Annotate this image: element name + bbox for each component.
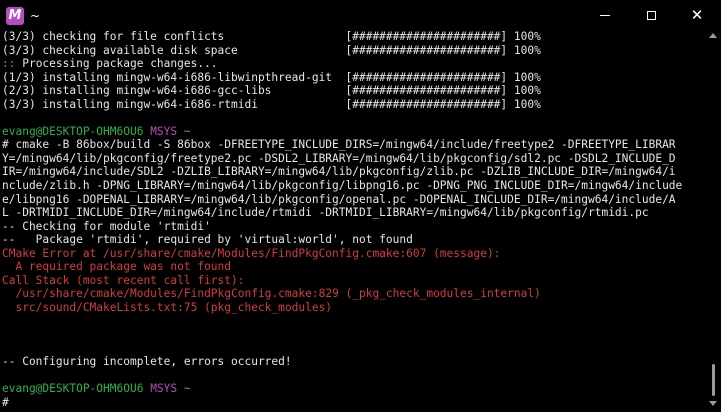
maximize-icon bbox=[646, 11, 656, 20]
terminal-text: nclude/zlib.h -DPNG_LIBRARY=/mingw64/lib… bbox=[2, 179, 683, 193]
terminal-line: -- Checking for module 'rtmidi' bbox=[2, 220, 702, 234]
terminal-text: (3/3) checking for file conflicts [#####… bbox=[2, 30, 541, 43]
terminal-text: e/libpng16 -DOPENAL_LIBRARY=/mingw64/lib… bbox=[2, 192, 676, 206]
terminal-line: CMake Error at /usr/share/cmake/Modules/… bbox=[2, 247, 702, 261]
window-title: ~ bbox=[30, 9, 41, 23]
terminal-text: (1/3) installing mingw-w64-i686-libwinpt… bbox=[2, 70, 541, 84]
terminal-text: /usr/share/cmake/Modules/FindPkgConfig.c… bbox=[2, 287, 541, 301]
minimize-icon bbox=[600, 15, 610, 16]
terminal-line: -- Package 'rtmidi', required by 'virtua… bbox=[2, 233, 702, 247]
terminal-line: src/sound/CMakeLists.txt:75 (pkg_check_m… bbox=[2, 301, 702, 315]
terminal-line: (3/3) checking for file conflicts [#####… bbox=[2, 30, 702, 44]
terminal-line: (1/3) installing mingw-w64-i686-libwinpt… bbox=[2, 71, 702, 85]
minimize-button[interactable] bbox=[582, 0, 628, 31]
title-bar[interactable]: M ~ ✕ bbox=[0, 0, 721, 31]
vertical-scrollbar[interactable] bbox=[707, 31, 719, 410]
terminal-text: Processing package changes... bbox=[22, 57, 218, 71]
scroll-thumb[interactable] bbox=[712, 364, 715, 396]
terminal-line: evang@DESKTOP-OHM6OU6 MSYS ~ bbox=[2, 125, 702, 139]
close-icon: ✕ bbox=[690, 6, 704, 24]
terminal-line: # cmake -B 86box/build -S 86box -DFREETY… bbox=[2, 138, 702, 152]
terminal-line: L -DRTMIDI_INCLUDE_DIR=/mingw64/include/… bbox=[2, 206, 702, 220]
terminal-output[interactable]: (3/3) checking for file conflicts [#####… bbox=[2, 30, 702, 410]
terminal-text: evang@DESKTOP-OHM6OU6 bbox=[2, 124, 151, 138]
terminal-text: MSYS bbox=[150, 382, 184, 396]
terminal-line: e/libpng16 -DOPENAL_LIBRARY=/mingw64/lib… bbox=[2, 193, 702, 207]
terminal-line: /usr/share/cmake/Modules/FindPkgConfig.c… bbox=[2, 287, 702, 301]
terminal-line: # bbox=[2, 396, 702, 410]
terminal-text: src/sound/CMakeLists.txt:75 (pkg_check_m… bbox=[2, 300, 333, 314]
terminal-line: Call Stack (most recent call first): bbox=[2, 274, 702, 288]
close-button[interactable]: ✕ bbox=[674, 0, 720, 31]
terminal-line: nclude/zlib.h -DPNG_LIBRARY=/mingw64/lib… bbox=[2, 179, 702, 193]
terminal-line: :: Processing package changes... bbox=[2, 57, 702, 71]
terminal-window: M ~ ✕ (3/3) checking for file conflicts … bbox=[0, 0, 721, 412]
terminal-text: ~ bbox=[183, 124, 191, 138]
terminal-text: evang@DESKTOP-OHM6OU6 bbox=[2, 382, 151, 396]
terminal-line: IR=/mingw64/include/SDL2 -DZLIB_LIBRARY=… bbox=[2, 165, 702, 179]
terminal-line: -- Configuring incomplete, errors occurr… bbox=[2, 355, 702, 369]
scroll-up-icon[interactable] bbox=[709, 33, 717, 38]
terminal-text: -- Checking for module 'rtmidi' bbox=[2, 219, 211, 233]
maximize-button[interactable] bbox=[628, 0, 674, 31]
terminal-text: :: bbox=[2, 57, 23, 71]
terminal-text: -- Package 'rtmidi', required by 'virtua… bbox=[2, 233, 413, 247]
scroll-down-icon[interactable] bbox=[709, 401, 717, 406]
terminal-line: (3/3) installing mingw-w64-i686-rtmidi [… bbox=[2, 98, 702, 112]
terminal-text: IR=/mingw64/include/SDL2 -DZLIB_LIBRARY=… bbox=[2, 165, 676, 179]
terminal-line: (2/3) installing mingw-w64-i686-gcc-libs… bbox=[2, 84, 702, 98]
terminal-text: # cmake -B 86box/build -S 86box -DFREETY… bbox=[2, 138, 676, 152]
terminal-text: ~ bbox=[183, 382, 191, 396]
terminal-text: L -DRTMIDI_INCLUDE_DIR=/mingw64/include/… bbox=[2, 206, 649, 220]
terminal-text: CMake Error at /usr/share/cmake/Modules/… bbox=[2, 246, 501, 260]
terminal-line: evang@DESKTOP-OHM6OU6 MSYS ~ bbox=[2, 382, 702, 396]
terminal-text: Y=/mingw64/lib/pkgconfig/freetype2.pc -D… bbox=[2, 151, 676, 165]
terminal-line: A required package was not found bbox=[2, 260, 702, 274]
terminal-text: A required package was not found bbox=[2, 260, 232, 274]
terminal-text: Call Stack (most recent call first): bbox=[2, 273, 245, 287]
terminal-text: (3/3) checking available disk space [###… bbox=[2, 43, 541, 57]
terminal-text: -- Configuring incomplete, errors occurr… bbox=[2, 355, 292, 369]
terminal-line: (3/3) checking available disk space [###… bbox=[2, 44, 702, 58]
terminal-text: (2/3) installing mingw-w64-i686-gcc-libs… bbox=[2, 84, 541, 98]
terminal-text: (3/3) installing mingw-w64-i686-rtmidi [… bbox=[2, 97, 541, 111]
terminal-line: Y=/mingw64/lib/pkgconfig/freetype2.pc -D… bbox=[2, 152, 702, 166]
terminal-text: # bbox=[2, 395, 16, 409]
terminal-text: MSYS bbox=[150, 124, 184, 138]
msys2-icon[interactable]: M bbox=[6, 7, 24, 25]
